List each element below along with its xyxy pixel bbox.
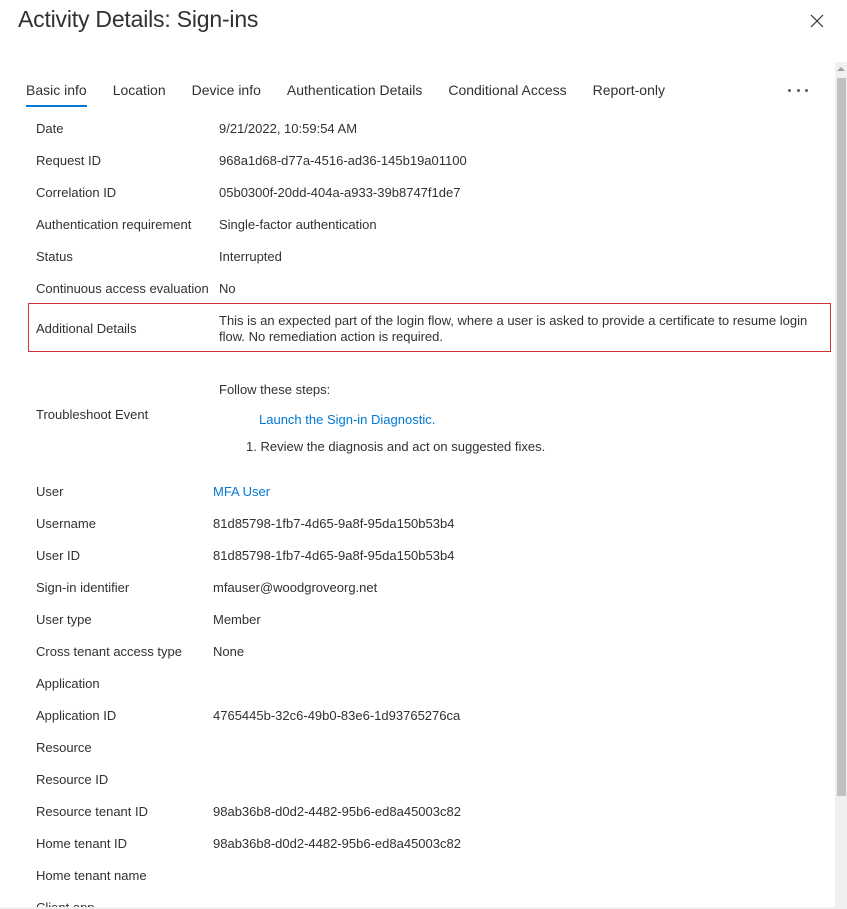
detail-label: Application — [36, 676, 100, 691]
close-button[interactable] — [806, 10, 828, 32]
tab-basic-info[interactable]: Basic info — [26, 80, 87, 108]
detail-label: User — [36, 484, 64, 499]
user-link[interactable]: MFA User — [213, 484, 270, 500]
additional-details-value: This is an expected part of the login fl… — [219, 313, 808, 344]
detail-label: Resource — [36, 740, 92, 755]
detail-label: Home tenant ID — [36, 836, 128, 851]
more-tabs-button[interactable] — [786, 80, 810, 100]
troubleshoot-event-label: Troubleshoot Event — [36, 407, 149, 422]
detail-value: 81d85798-1fb7-4d65-9a8f-95da150b53b4 — [213, 516, 455, 531]
tab-bar: Basic info Location Device info Authenti… — [26, 80, 691, 108]
detail-label: Authentication requirement — [36, 217, 192, 232]
tab-authentication-details[interactable]: Authentication Details — [287, 80, 422, 108]
detail-value: 98ab36b8-d0d2-4482-95b6-ed8a45003c82 — [213, 836, 461, 851]
troubleshoot-intro: Follow these steps: — [219, 382, 331, 397]
detail-label: Username — [36, 516, 96, 531]
detail-label: Correlation ID — [36, 185, 117, 200]
launch-sign-in-diagnostic-link[interactable]: Launch the Sign-in Diagnostic. — [259, 412, 435, 427]
detail-label: Resource ID — [36, 772, 109, 787]
tab-conditional-access[interactable]: Conditional Access — [448, 80, 566, 108]
additional-details-highlight: Additional Details This is an expected p… — [28, 303, 831, 352]
more-ellipsis-icon — [788, 88, 791, 92]
detail-value: 81d85798-1fb7-4d65-9a8f-95da150b53b4 — [213, 548, 455, 563]
scroll-up-arrow-icon — [837, 67, 845, 71]
details-panel: Date 9/21/2022, 10:59:54 AM Request ID 9… — [0, 112, 835, 909]
detail-value: Interrupted — [219, 249, 282, 264]
scrollbar-thumb[interactable] — [837, 78, 846, 796]
detail-label: User type — [36, 612, 92, 627]
detail-label: Sign-in identifier — [36, 580, 130, 595]
detail-label: Request ID — [36, 153, 102, 168]
detail-value: No — [219, 281, 236, 296]
detail-value: Member — [213, 612, 261, 627]
more-ellipsis-icon — [805, 88, 808, 92]
tab-device-info[interactable]: Device info — [192, 80, 261, 108]
detail-label: Date — [36, 121, 64, 136]
detail-value: Single-factor authentication — [219, 217, 377, 232]
detail-label: Cross tenant access type — [36, 644, 182, 659]
detail-value: 968a1d68-d77a-4516-ad36-145b19a01100 — [219, 153, 467, 168]
detail-value: 4765445b-32c6-49b0-83e6-1d93765276ca — [213, 708, 461, 723]
more-ellipsis-icon — [796, 88, 800, 92]
detail-label: Resource tenant ID — [36, 804, 149, 819]
page-title: Activity Details: Sign-ins — [18, 6, 259, 32]
troubleshoot-step: 1. Review the diagnosis and act on sugge… — [246, 439, 546, 454]
detail-label: User ID — [36, 548, 81, 563]
detail-label: Additional Details — [36, 321, 137, 336]
detail-label: Continuous access evaluation — [36, 281, 209, 296]
tab-report-only[interactable]: Report-only — [593, 80, 665, 108]
detail-label: Status — [36, 249, 73, 264]
detail-value: 98ab36b8-d0d2-4482-95b6-ed8a45003c82 — [213, 804, 461, 819]
vertical-scrollbar[interactable] — [835, 62, 847, 909]
tab-location[interactable]: Location — [113, 80, 166, 108]
detail-value: None — [213, 644, 245, 659]
detail-value: 9/21/2022, 10:59:54 AM — [219, 121, 358, 136]
detail-label: Home tenant name — [36, 868, 147, 883]
detail-value: mfauser@woodgroveorg.net — [213, 580, 378, 595]
close-icon — [810, 14, 824, 28]
scroll-up-button[interactable] — [835, 62, 847, 76]
detail-value: 05b0300f-20dd-404a-a933-39b8747f1de7 — [219, 185, 461, 200]
detail-label: Application ID — [36, 708, 117, 723]
